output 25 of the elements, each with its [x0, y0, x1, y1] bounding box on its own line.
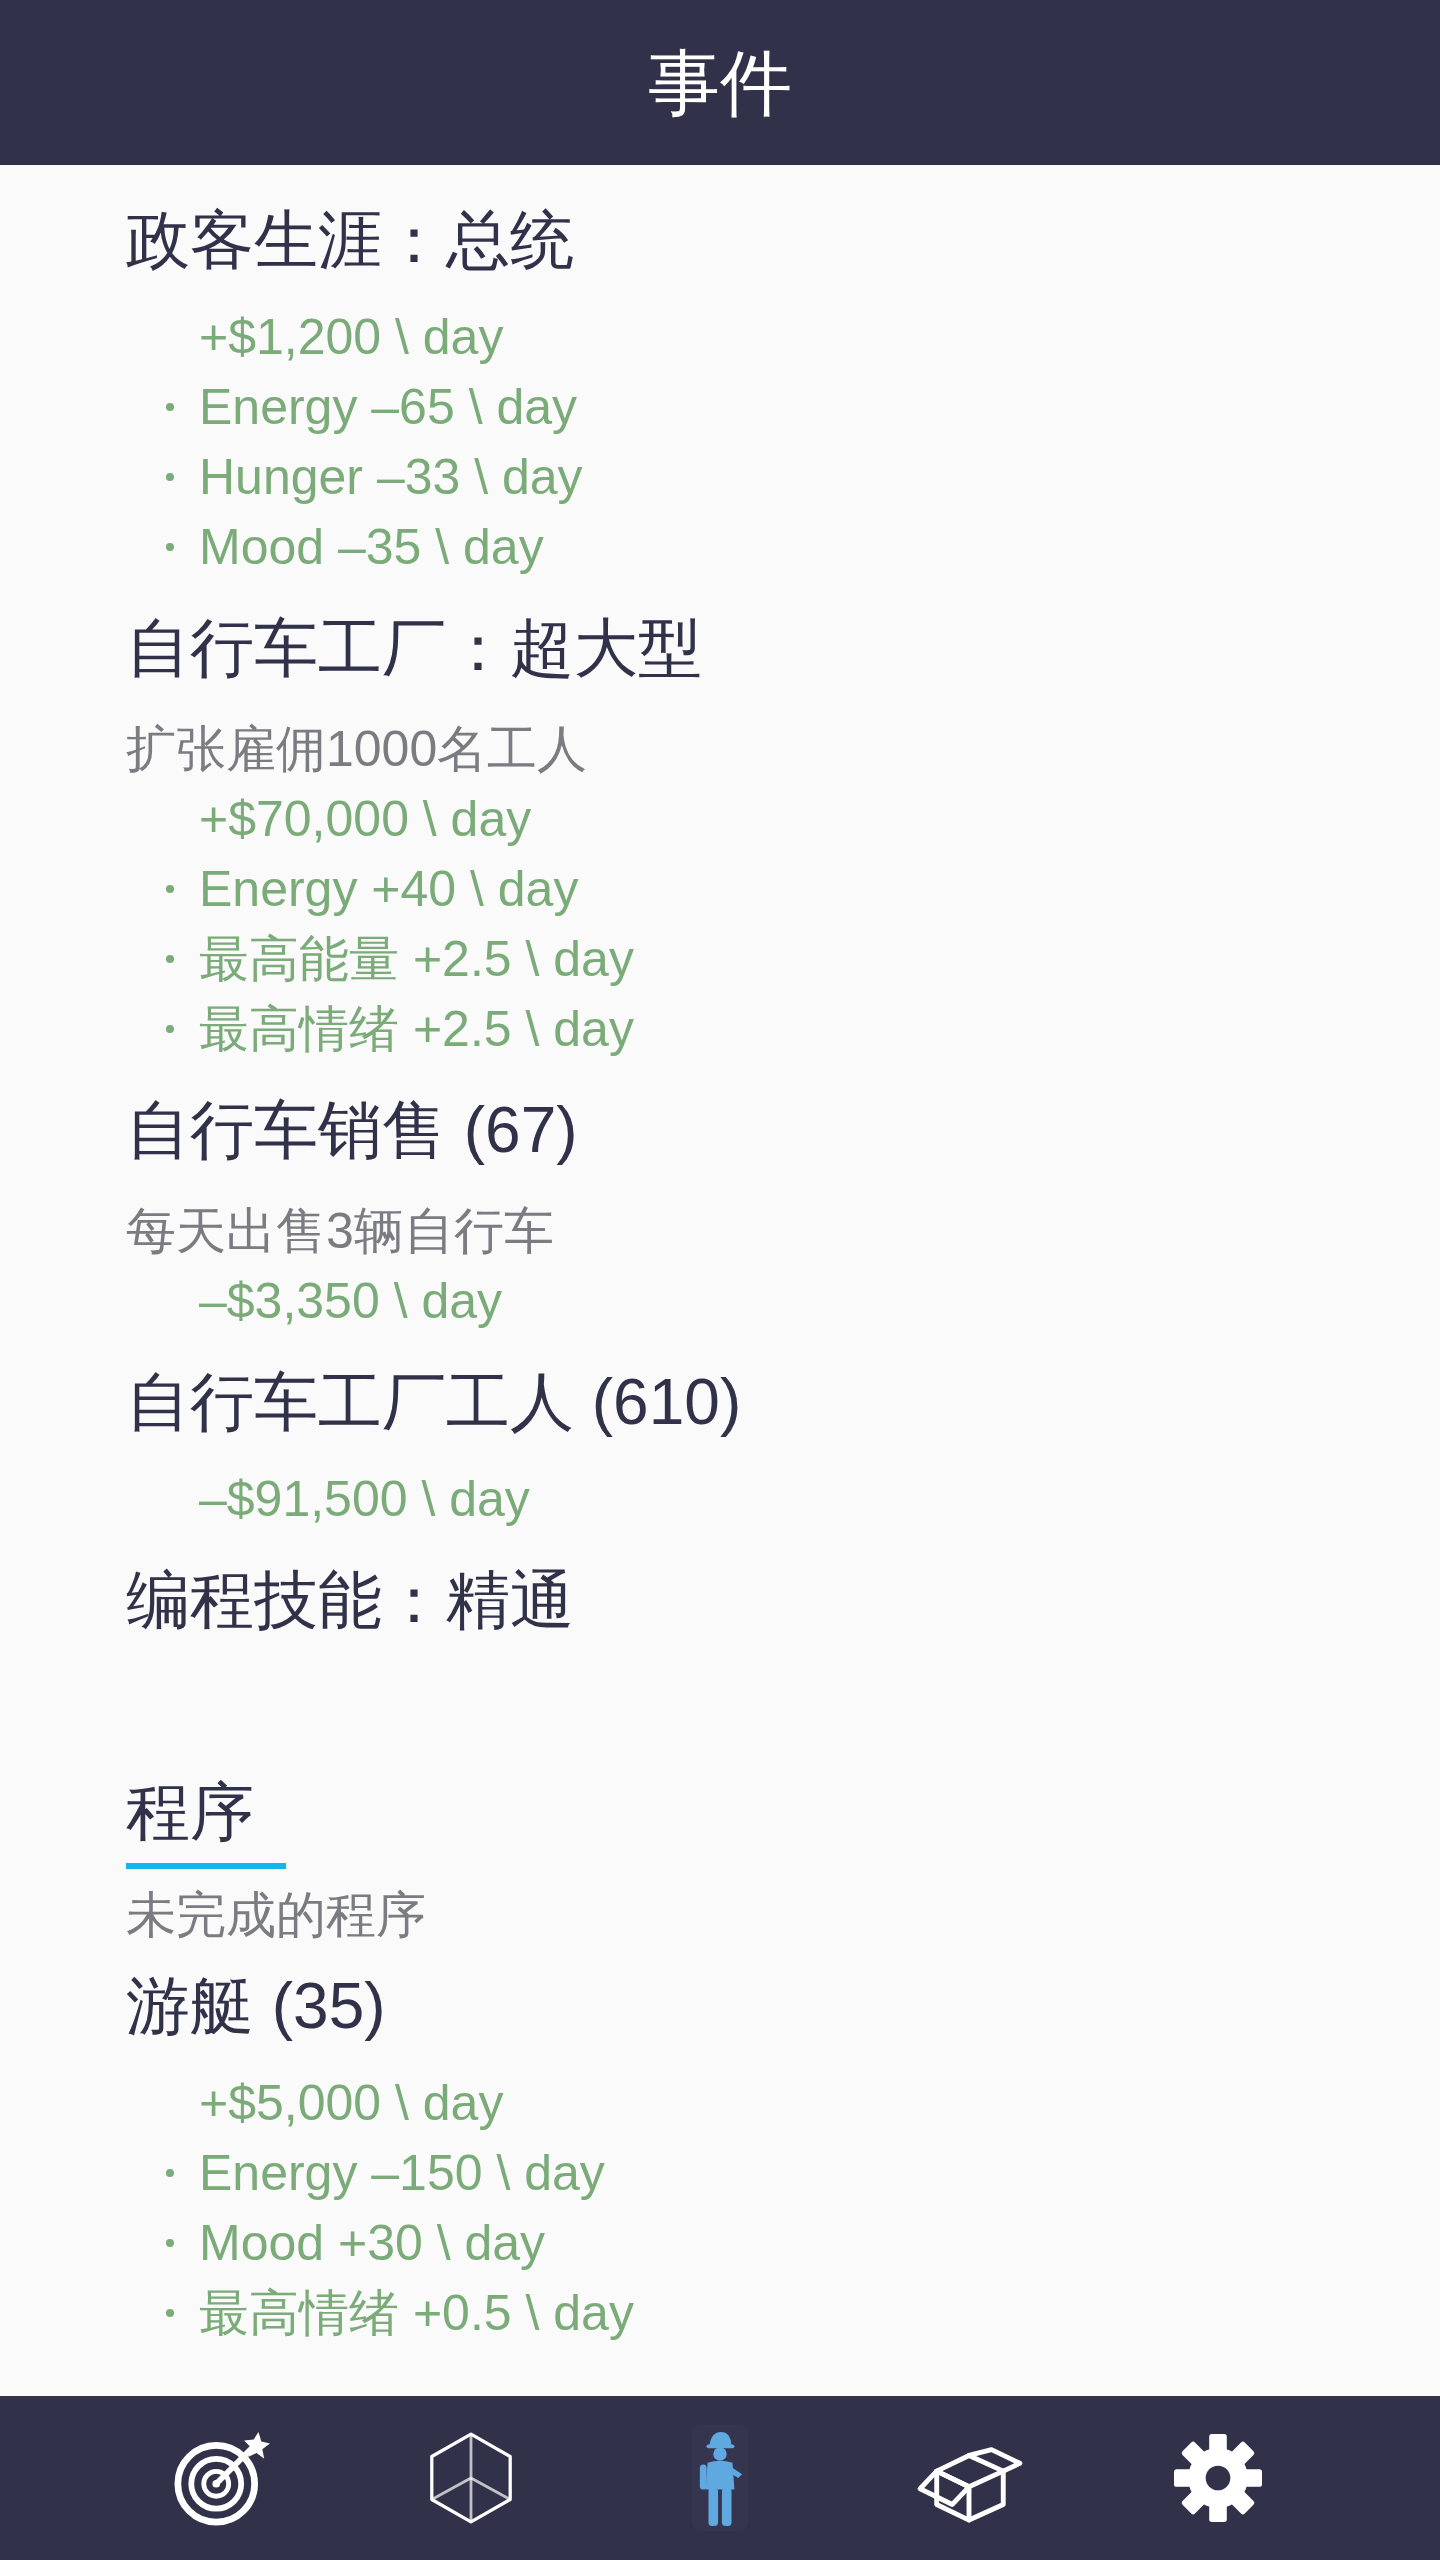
effect-text: 最高情绪 +0.5 \ day: [199, 2288, 634, 2338]
effect-text: Energy –65 \ day: [199, 382, 578, 432]
effect-text: 最高能量 +2.5 \ day: [199, 934, 634, 984]
section-subtitle: 未完成的程序: [126, 1890, 426, 1940]
effect-text: +$70,000 \ day: [199, 794, 532, 844]
effect-text: Mood +30 \ day: [199, 2218, 546, 2268]
cube-icon: [429, 2431, 514, 2525]
effect-text: Mood –35 \ day: [199, 522, 544, 572]
section-title: 程序: [126, 1780, 254, 1844]
event-description: 每天出售3辆自行车: [126, 1206, 554, 1256]
event-title: 自行车工厂：超大型: [126, 616, 702, 680]
effect-text: +$5,000 \ day: [199, 2078, 504, 2128]
effect-text: +$1,200 \ day: [199, 312, 504, 362]
effect-text: Energy –150 \ day: [199, 2148, 605, 2198]
event-title: 政客生涯：总统: [126, 208, 574, 272]
settings-icon: [1173, 2434, 1262, 2522]
effect-text: Hunger –33 \ day: [199, 452, 583, 502]
event-title: 编程技能：精通: [126, 1568, 574, 1632]
effect-text: Energy +40 \ day: [199, 864, 579, 914]
header-title: 事件: [648, 46, 792, 119]
target-icon: [174, 2430, 271, 2526]
effect-text: 最高情绪 +2.5 \ day: [199, 1004, 634, 1054]
effect-text: –$3,350 \ day: [199, 1276, 503, 1326]
event-description: 扩张雇佣1000名工人: [126, 724, 588, 774]
effect-text: –$91,500 \ day: [199, 1474, 530, 1524]
